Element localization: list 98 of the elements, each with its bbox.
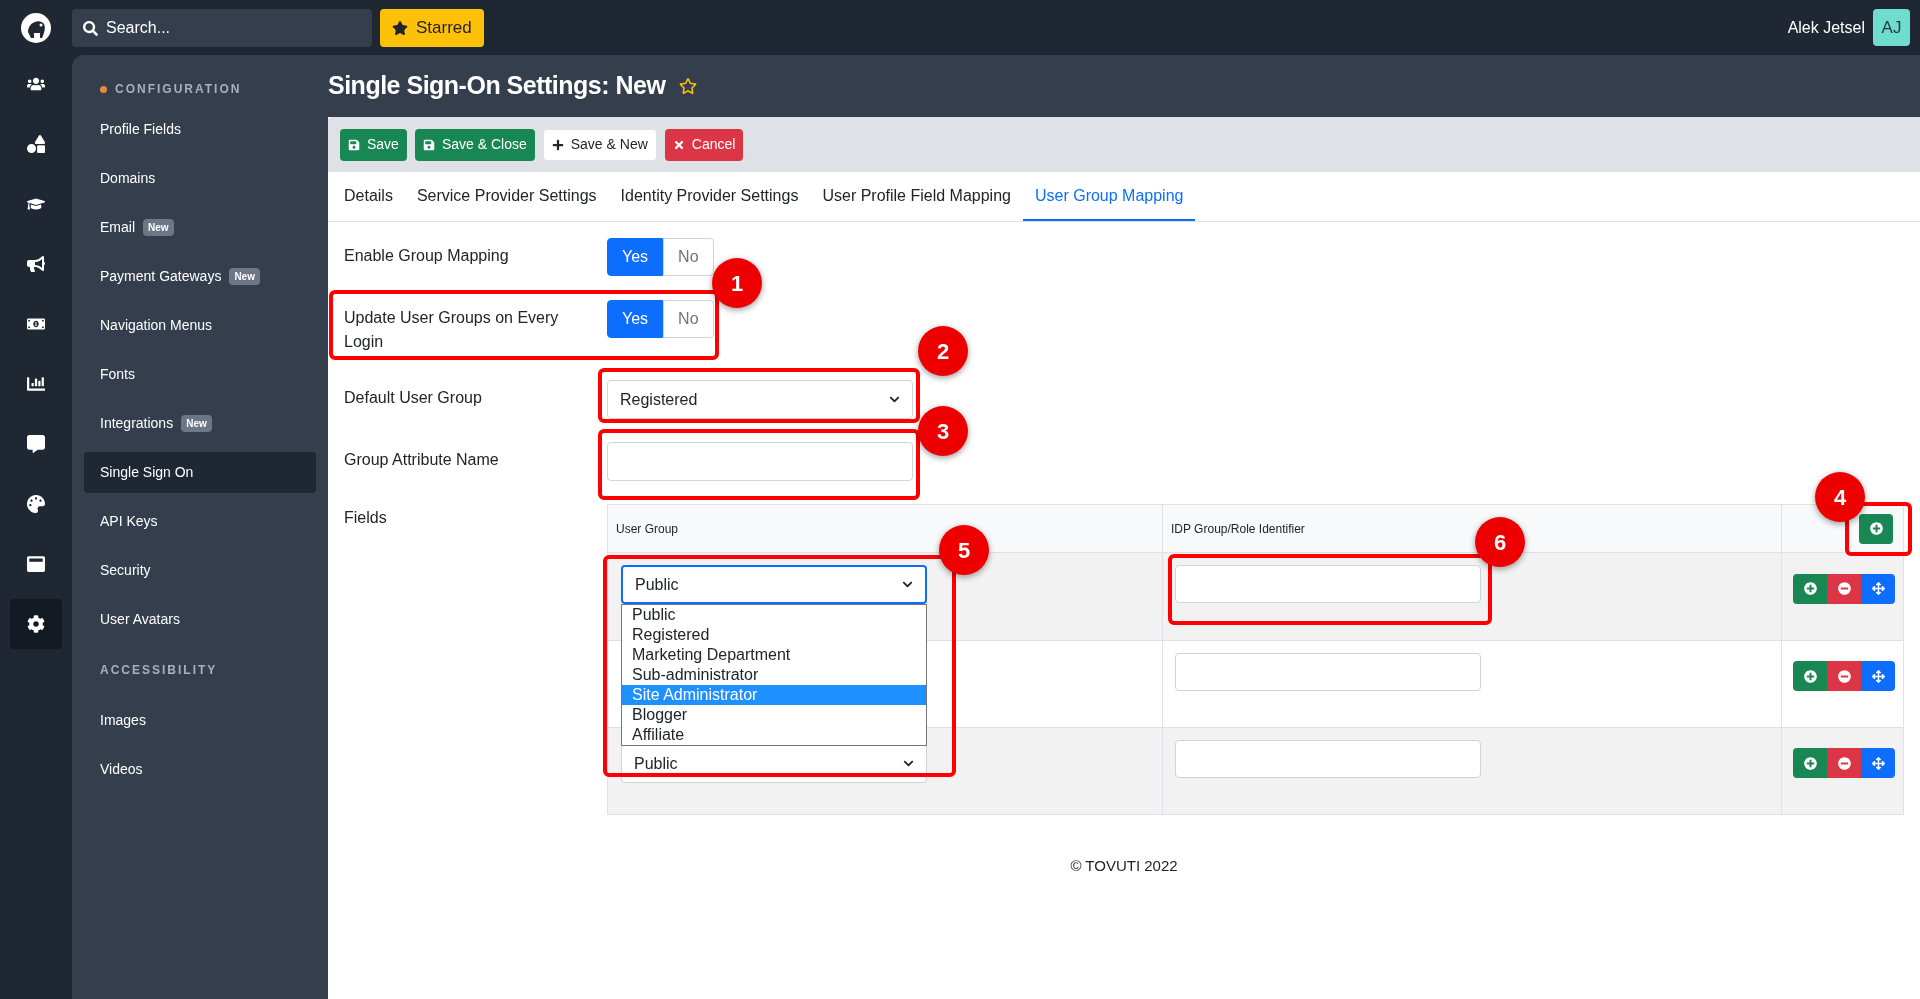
close-icon bbox=[672, 138, 685, 151]
add-row-button[interactable] bbox=[1793, 573, 1827, 604]
move-row-button[interactable] bbox=[1861, 748, 1895, 778]
sidebar-label: Single Sign On bbox=[100, 463, 194, 482]
sidebar-label: Email bbox=[100, 218, 135, 237]
chevron-down-icon bbox=[903, 758, 914, 769]
dropdown-option[interactable]: Sub-administrator bbox=[622, 665, 926, 685]
tab[interactable]: User Profile Field Mapping bbox=[810, 172, 1023, 221]
users-icon bbox=[27, 75, 45, 93]
sidebar-item[interactable]: Email New bbox=[84, 207, 316, 248]
move-icon bbox=[1871, 582, 1885, 595]
plus-icon bbox=[551, 138, 564, 151]
starred-button[interactable]: Starred bbox=[380, 8, 484, 47]
sidebar-item[interactable]: Security bbox=[84, 550, 316, 591]
user-avatar[interactable]: AJ bbox=[1873, 9, 1910, 46]
sidebar-item[interactable]: Payment Gateways New bbox=[84, 256, 316, 297]
tab[interactable]: Identity Provider Settings bbox=[608, 172, 811, 221]
toolbar-button[interactable]: Save & Close bbox=[414, 128, 535, 161]
add-row-button[interactable] bbox=[1859, 513, 1893, 544]
search-icon bbox=[83, 20, 98, 36]
dropdown-option[interactable]: Affiliate bbox=[622, 725, 926, 745]
toggle-option[interactable]: No bbox=[663, 238, 714, 276]
sidebar-item[interactable]: Videos bbox=[84, 749, 316, 790]
sidebar-label: Security bbox=[100, 561, 151, 580]
star-icon bbox=[392, 19, 408, 36]
page-title: Single Sign-On Settings: New bbox=[328, 70, 666, 102]
footer-text: © TOVUTI 2022 bbox=[1070, 856, 1178, 876]
palette-icon bbox=[27, 495, 45, 513]
shapes-icon bbox=[27, 135, 45, 153]
section-heading: ACCESSIBILITY bbox=[100, 662, 218, 679]
sidebar-item[interactable]: Images bbox=[84, 700, 316, 741]
identifier-field[interactable] bbox=[1175, 565, 1481, 603]
toolbar-button[interactable]: Save & New bbox=[542, 128, 657, 161]
sidebar-item[interactable]: User Avatars bbox=[84, 599, 316, 640]
sidebar-label: Domains bbox=[100, 169, 156, 188]
dropdown-option[interactable]: Registered bbox=[622, 625, 926, 645]
sidebar-label: Fonts bbox=[100, 365, 135, 384]
toolbar-button[interactable]: Save bbox=[340, 128, 407, 161]
speech-bubble-icon bbox=[27, 435, 45, 453]
sidebar-label: Integrations bbox=[100, 414, 174, 433]
logo-icon bbox=[20, 11, 52, 44]
toggle-option[interactable]: No bbox=[663, 300, 714, 338]
sidebar-label: Payment Gateways bbox=[100, 267, 222, 286]
tab[interactable]: Service Provider Settings bbox=[404, 172, 609, 221]
remove-row-button[interactable] bbox=[1827, 573, 1861, 604]
sidebar-label: User Avatars bbox=[100, 610, 180, 629]
sidebar-item[interactable]: Profile Fields bbox=[84, 109, 316, 150]
window-icon bbox=[27, 555, 45, 573]
chevron-down-icon bbox=[889, 394, 900, 405]
search-field[interactable]: Search... bbox=[72, 8, 372, 47]
new-badge: New bbox=[181, 415, 212, 432]
toolbar-button[interactable]: Cancel bbox=[664, 128, 744, 161]
toggle-option[interactable]: Yes bbox=[607, 300, 664, 338]
sidebar-item[interactable]: Navigation Menus bbox=[84, 305, 316, 346]
settings-icon bbox=[27, 615, 45, 633]
field-label: Update User Groups on Every Login bbox=[344, 308, 560, 352]
user-name: Alek Jetsel bbox=[1787, 17, 1865, 38]
sidebar-item[interactable]: Domains bbox=[84, 158, 316, 199]
dropdown-option[interactable]: Marketing Department bbox=[622, 645, 926, 665]
add-row-button[interactable] bbox=[1793, 661, 1827, 691]
field-label: Fields bbox=[344, 509, 387, 526]
sidebar-item[interactable]: API Keys bbox=[84, 501, 316, 542]
remove-row-button[interactable] bbox=[1827, 661, 1861, 691]
add-row-button[interactable] bbox=[1793, 748, 1827, 778]
bar-chart-icon bbox=[27, 375, 45, 393]
text-field[interactable] bbox=[607, 442, 913, 481]
move-row-button[interactable] bbox=[1861, 573, 1895, 604]
remove-row-button[interactable] bbox=[1827, 748, 1861, 778]
section-heading: CONFIGURATION bbox=[115, 81, 242, 98]
rail-button[interactable] bbox=[10, 599, 62, 649]
sidebar-label: Images bbox=[100, 711, 146, 730]
megaphone-icon bbox=[27, 255, 45, 273]
sidebar-label: Videos bbox=[100, 760, 143, 779]
identifier-field[interactable] bbox=[1175, 740, 1481, 778]
tab[interactable]: User Group Mapping bbox=[1022, 172, 1196, 221]
move-row-button[interactable] bbox=[1861, 661, 1895, 691]
sidebar-item[interactable]: Fonts bbox=[84, 354, 316, 395]
sidebar-item[interactable]: Single Sign On bbox=[84, 452, 316, 493]
dropdown-option[interactable]: Public bbox=[622, 605, 926, 625]
move-icon bbox=[1871, 669, 1885, 683]
move-icon bbox=[1871, 756, 1885, 770]
new-badge: New bbox=[143, 219, 174, 236]
select-field[interactable]: Public bbox=[621, 565, 927, 604]
field-label: Group Attribute Name bbox=[344, 450, 500, 470]
field-label: Default User Group bbox=[344, 388, 483, 408]
new-badge: New bbox=[229, 268, 260, 285]
dropdown-option[interactable]: Blogger bbox=[622, 705, 926, 725]
sidebar-label: Profile Fields bbox=[100, 120, 181, 139]
star-icon[interactable] bbox=[679, 77, 698, 95]
select-field[interactable]: Registered bbox=[607, 380, 913, 419]
toggle-option[interactable]: Yes bbox=[607, 238, 664, 276]
sidebar-label: API Keys bbox=[100, 512, 158, 531]
sidebar-item[interactable]: Integrations New bbox=[84, 403, 316, 444]
sidebar-label: Navigation Menus bbox=[100, 316, 213, 335]
tab[interactable]: Details bbox=[332, 172, 405, 221]
chevron-down-icon bbox=[902, 579, 913, 590]
field-label: Enable Group Mapping bbox=[344, 246, 510, 266]
identifier-field[interactable] bbox=[1175, 653, 1481, 691]
